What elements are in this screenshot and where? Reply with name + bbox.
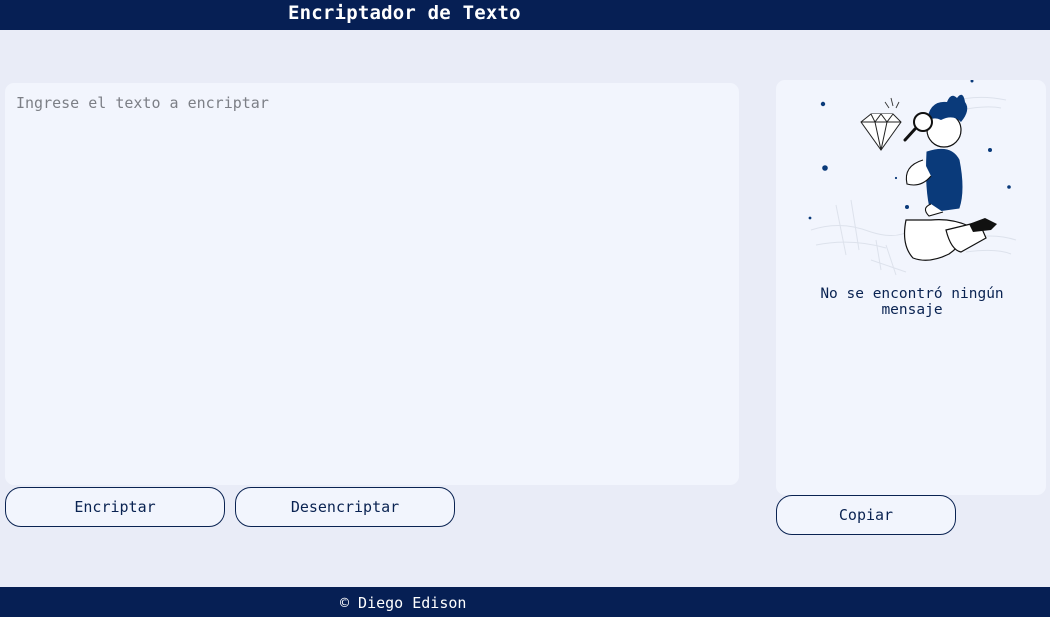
result-panel: No se encontró ningún mensaje [776, 80, 1046, 495]
search-illustration-icon [808, 80, 1017, 276]
empty-result-message: No se encontró ningún mensaje [820, 286, 1004, 318]
footer-bar: © Diego Edison [0, 587, 1050, 617]
encrypt-button[interactable]: Encriptar [5, 487, 225, 527]
copy-button[interactable]: Copiar [776, 495, 956, 535]
header-bar: Encriptador de Texto [0, 0, 1050, 30]
decrypt-button[interactable]: Desencriptar [235, 487, 455, 527]
text-input[interactable] [5, 83, 739, 485]
footer-credit: © Diego Edison [340, 594, 467, 612]
page-title: Encriptador de Texto [288, 2, 521, 24]
